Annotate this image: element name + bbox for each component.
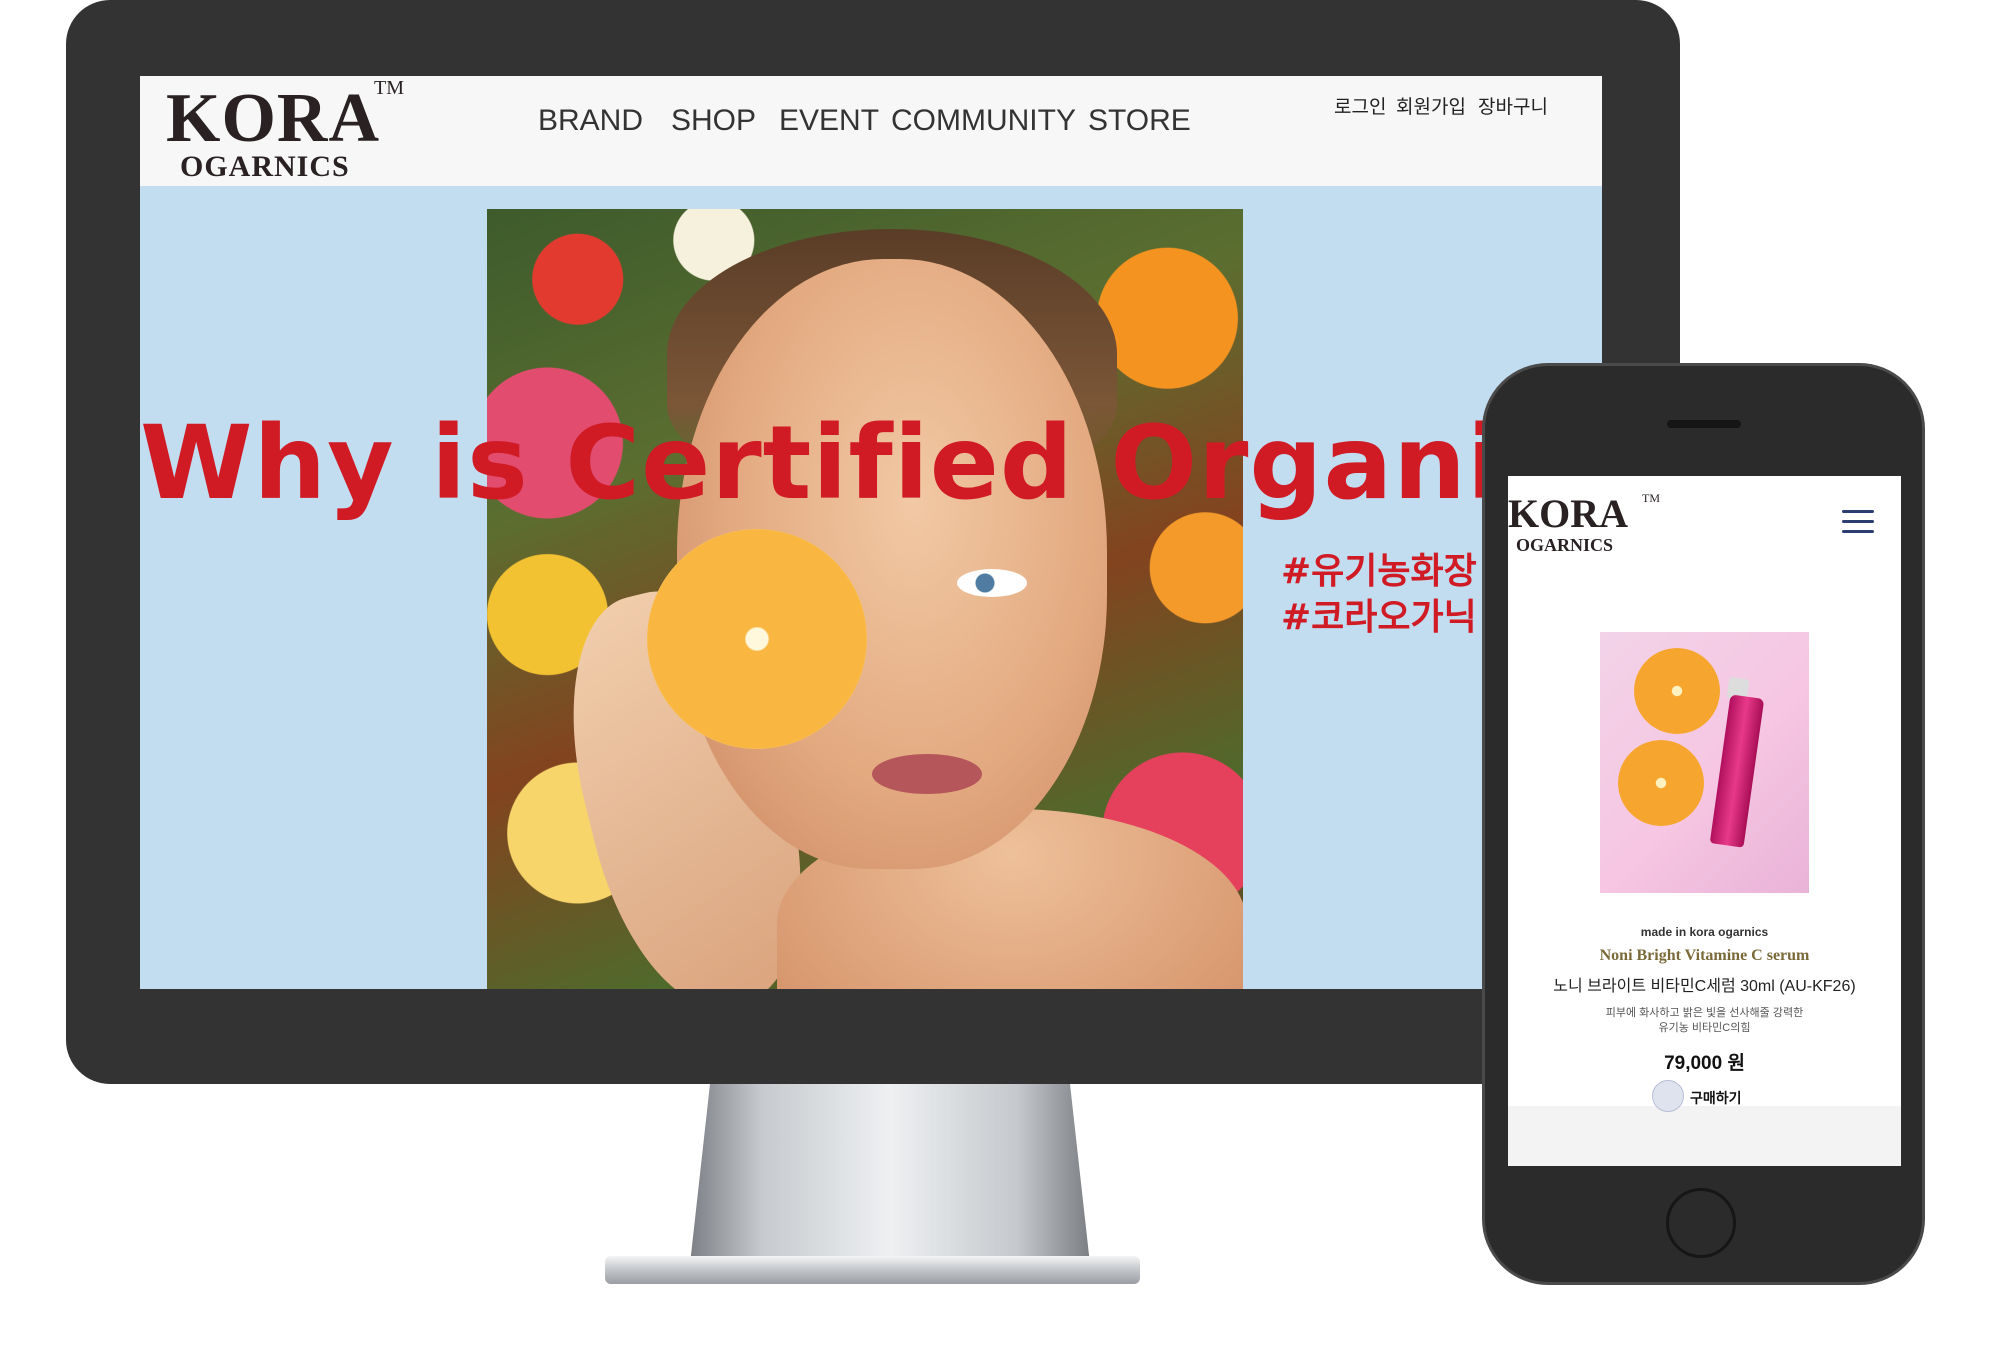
product-image-orange-top [1634, 648, 1720, 734]
mobile-logo-subtitle: OGARNICS [1516, 535, 1614, 555]
product-price: 79,000 원 [1664, 1053, 1745, 1074]
nav-brand[interactable]: BRAND [538, 104, 643, 138]
product-name-english[interactable]: Noni Bright Vitamine C serum [1508, 947, 1901, 965]
desktop-screen: KORA TM OGARNICS BRAND SHOP EVENT COMMUN… [140, 76, 1602, 989]
product-bottle [1709, 694, 1765, 848]
nav-event[interactable]: EVENT [779, 104, 879, 138]
signup-link[interactable]: 회원가입 [1396, 92, 1466, 119]
hero-tag-organic: #유기농화장 [1281, 551, 1477, 592]
desktop-monitor: KORA TM OGARNICS BRAND SHOP EVENT COMMUN… [66, 0, 1680, 1084]
brand-logo[interactable]: KORA [166, 84, 380, 154]
product-image[interactable] [1600, 632, 1809, 893]
orange-slice-graphic [647, 529, 867, 749]
monitor-stand-base [605, 1256, 1140, 1284]
shopping-basket-icon [1652, 1080, 1684, 1112]
hero-headline: Why is Certified Organi [140, 404, 1503, 523]
hero-photo-lips [872, 754, 982, 794]
mobile-phone: KORA TM OGARNICS made in kora ogarnics N… [1482, 363, 1925, 1285]
phone-home-button[interactable] [1666, 1188, 1736, 1258]
product-description-line-1: 피부에 화사하고 밝은 빛을 선사해줄 강력한 [1605, 1007, 1804, 1019]
nav-community[interactable]: COMMUNITY [891, 104, 1076, 138]
monitor-stand-neck [690, 1084, 1090, 1264]
nav-store[interactable]: STORE [1088, 104, 1191, 138]
cart-link[interactable]: 장바구니 [1478, 92, 1548, 119]
buy-button-label: 구매하기 [1690, 1090, 1742, 1106]
product-description-line-2: 유기농 비타민C의힘 [1658, 1022, 1751, 1034]
phone-speaker [1667, 420, 1741, 428]
product-name-korean[interactable]: 노니 브라이트 비타민C세럼 30ml (AU-KF26) [1508, 972, 1901, 996]
hero-tag-brand: #코라오가닉 [1281, 597, 1477, 638]
hero-photo-eye [957, 569, 1027, 597]
logo-trademark: TM [374, 77, 404, 99]
mobile-brand-logo[interactable]: KORA [1508, 494, 1628, 534]
login-link[interactable]: 로그인 [1334, 92, 1386, 119]
mobile-screen: KORA TM OGARNICS made in kora ogarnics N… [1508, 476, 1901, 1166]
mobile-logo-trademark: TM [1642, 491, 1660, 505]
logo-subtitle: OGARNICS [180, 150, 350, 183]
product-made-in: made in kora ogarnics [1640, 925, 1769, 939]
product-image-orange-bottom [1618, 740, 1704, 826]
hamburger-menu-icon[interactable] [1842, 510, 1874, 534]
desktop-header: KORA TM OGARNICS BRAND SHOP EVENT COMMUN… [140, 76, 1602, 186]
hero-photo [487, 209, 1243, 989]
nav-shop[interactable]: SHOP [671, 104, 756, 138]
mobile-footer-shade [1508, 1106, 1901, 1166]
